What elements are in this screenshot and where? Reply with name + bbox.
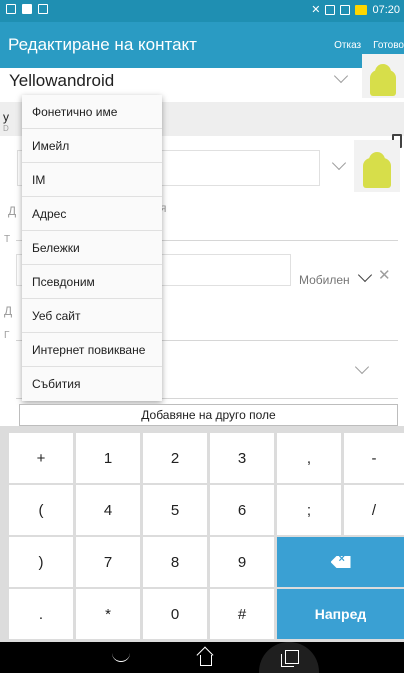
- key-plus[interactable]: +: [9, 433, 73, 483]
- add-field-button[interactable]: Добавяне на друго поле: [19, 404, 398, 426]
- app-bar: Редактиране на контакт Отказ Готово: [0, 22, 404, 68]
- numeric-keyboard: + 1 2 3 , - ( 4 5 6 ; / ) 7 8 9 . * 0 # …: [0, 426, 404, 642]
- menu-item-email[interactable]: Имейл: [22, 129, 162, 163]
- partial-label: Д: [4, 304, 13, 318]
- navigation-bar: [0, 642, 404, 673]
- key-hash[interactable]: #: [210, 589, 274, 639]
- done-button[interactable]: Готово: [373, 40, 404, 51]
- close-icon[interactable]: ✕: [378, 266, 391, 284]
- chevron-down-icon[interactable]: [357, 267, 373, 283]
- menu-item-im[interactable]: IM: [22, 163, 162, 197]
- home-icon[interactable]: [196, 648, 214, 666]
- menu-item-address[interactable]: Адрес: [22, 197, 162, 231]
- status-bar: ✕ 07:20: [0, 0, 404, 22]
- sim-icon: [340, 5, 351, 15]
- cancel-button[interactable]: Отказ: [334, 40, 361, 51]
- key-6[interactable]: 6: [210, 485, 274, 535]
- menu-item-website[interactable]: Уеб сайт: [22, 299, 162, 333]
- sd-card-icon: [22, 4, 32, 14]
- key-asterisk[interactable]: *: [76, 589, 140, 639]
- menu-item-internet-call[interactable]: Интернет повикване: [22, 333, 162, 367]
- menu-item-nickname[interactable]: Псевдоним: [22, 265, 162, 299]
- menu-item-notes[interactable]: Бележки: [22, 231, 162, 265]
- key-semicolon[interactable]: ;: [277, 485, 341, 535]
- backspace-key[interactable]: [277, 537, 404, 587]
- partial-label: D: [3, 124, 9, 133]
- key-8[interactable]: 8: [143, 537, 207, 587]
- add-field-menu: Фонетично име Имейл IM Адрес Бележки Псе…: [22, 95, 162, 401]
- key-period[interactable]: .: [9, 589, 73, 639]
- key-9[interactable]: 9: [210, 537, 274, 587]
- key-2[interactable]: 2: [143, 433, 207, 483]
- account-name: Yellowandroid: [9, 71, 115, 90]
- chevron-down-icon[interactable]: [331, 155, 347, 171]
- key-1[interactable]: 1: [76, 433, 140, 483]
- menu-item-phonetic-name[interactable]: Фонетично име: [22, 95, 162, 129]
- backspace-icon: [330, 556, 351, 568]
- image-notification-icon: [38, 4, 48, 14]
- menu-item-events[interactable]: Събития: [22, 367, 162, 401]
- contact-photo-small[interactable]: [362, 54, 404, 98]
- page-title: Редактиране на контакт: [8, 35, 197, 54]
- key-close-paren[interactable]: ): [9, 537, 73, 587]
- phone-type-label[interactable]: Мобилен: [299, 273, 350, 287]
- keyboard-notification-icon: [6, 4, 16, 14]
- partial-label: у: [3, 110, 9, 124]
- recent-apps-icon[interactable]: [281, 650, 299, 667]
- next-key[interactable]: Напред: [277, 589, 404, 639]
- partial-label: Т: [4, 234, 11, 245]
- key-4[interactable]: 4: [76, 485, 140, 535]
- back-icon[interactable]: [112, 652, 130, 662]
- status-time: 07:20: [372, 4, 400, 16]
- key-3[interactable]: 3: [210, 433, 274, 483]
- next-key-label: Напред: [314, 606, 367, 622]
- chevron-down-icon[interactable]: [354, 359, 370, 375]
- partial-label: Г: [4, 330, 10, 341]
- chevron-down-icon[interactable]: [333, 68, 349, 84]
- key-7[interactable]: 7: [76, 537, 140, 587]
- key-minus[interactable]: -: [344, 433, 404, 483]
- key-slash[interactable]: /: [344, 485, 404, 535]
- key-0[interactable]: 0: [143, 589, 207, 639]
- battery-icon: [355, 5, 368, 15]
- key-open-paren[interactable]: (: [9, 485, 73, 535]
- signal-icon: [325, 5, 336, 15]
- contact-photo[interactable]: [354, 140, 400, 192]
- partial-label: Д: [8, 204, 17, 218]
- no-mute-icon: ✕: [311, 4, 321, 16]
- key-5[interactable]: 5: [143, 485, 207, 535]
- key-comma[interactable]: ,: [277, 433, 341, 483]
